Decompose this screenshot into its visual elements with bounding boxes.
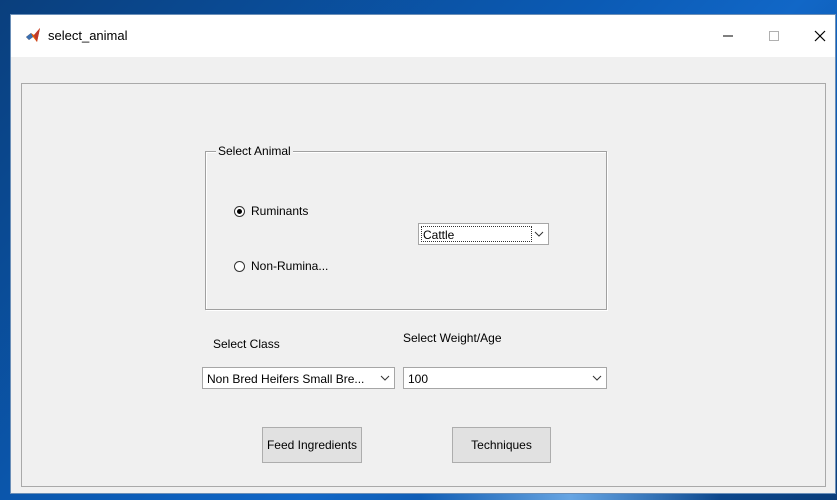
maximize-button[interactable] <box>751 15 797 57</box>
feed-ingredients-button[interactable]: Feed Ingredients <box>262 427 362 463</box>
radio-circle <box>234 205 245 217</box>
chevron-down-icon <box>380 375 390 381</box>
close-button[interactable] <box>797 15 837 57</box>
window-title: select_animal <box>48 28 128 43</box>
close-icon <box>814 30 826 42</box>
techniques-button[interactable]: Techniques <box>452 427 551 463</box>
select-class-label: Select Class <box>213 337 280 351</box>
dropdown-button[interactable] <box>530 224 548 244</box>
select-animal-group: Select Animal Ruminants Non-Rumina... Ca… <box>205 144 607 310</box>
dropdown-button[interactable] <box>588 368 606 388</box>
matlab-icon <box>26 28 40 42</box>
chevron-down-icon <box>592 375 602 381</box>
radio-circle <box>234 260 245 272</box>
class-select[interactable]: Non Bred Heifers Small Bre... <box>202 367 395 389</box>
maximize-icon <box>769 31 779 41</box>
group-title: Select Animal <box>216 144 293 158</box>
radio-non-ruminants[interactable]: Non-Rumina... <box>234 259 328 273</box>
class-value: Non Bred Heifers Small Bre... <box>207 372 365 386</box>
radio-selected-dot <box>237 208 242 214</box>
app-window: select_animal Select Animal Ruminants No… <box>10 14 836 494</box>
title-bar[interactable]: select_animal <box>11 15 835 57</box>
radio-ruminants[interactable]: Ruminants <box>234 204 308 218</box>
animal-type-select[interactable]: Cattle <box>418 223 549 245</box>
weight-select[interactable]: 100 <box>403 367 607 389</box>
chevron-down-icon <box>534 231 544 237</box>
select-weight-label: Select Weight/Age <box>403 331 502 345</box>
minimize-icon <box>723 35 733 37</box>
dropdown-button[interactable] <box>376 368 394 388</box>
radio-non-ruminants-label: Non-Rumina... <box>251 259 329 273</box>
minimize-button[interactable] <box>705 15 751 57</box>
figure-panel: Select Animal Ruminants Non-Rumina... Ca… <box>21 83 826 487</box>
animal-type-value: Cattle <box>423 228 455 242</box>
radio-ruminants-label: Ruminants <box>251 204 309 218</box>
weight-value: 100 <box>408 372 429 386</box>
